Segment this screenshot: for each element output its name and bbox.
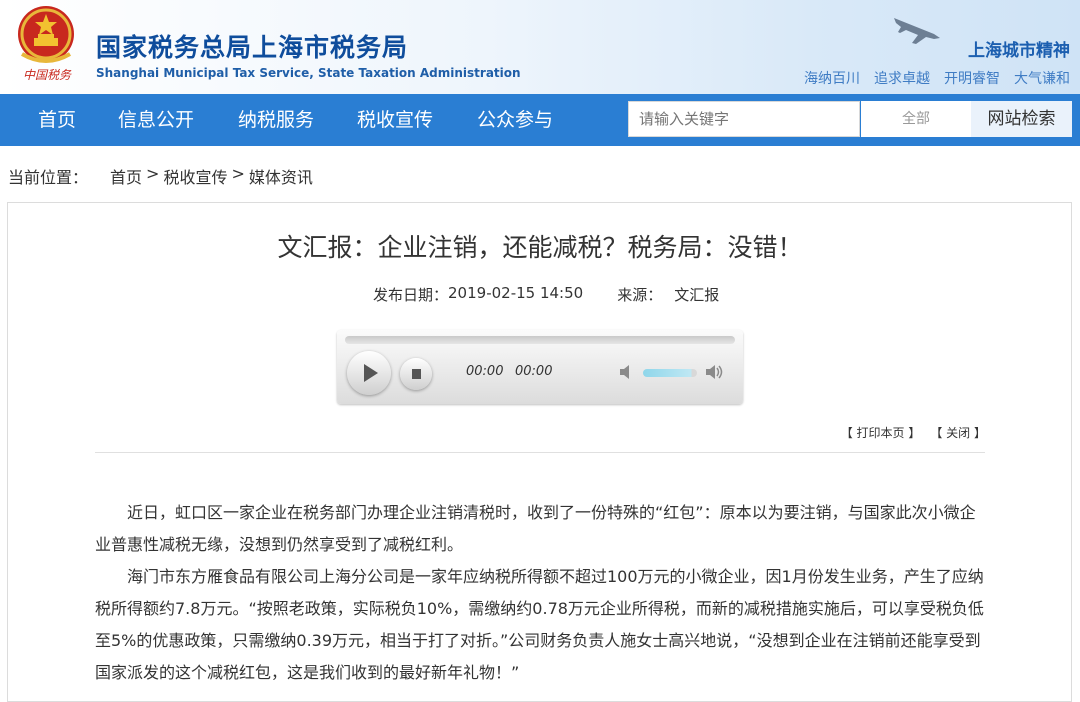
breadcrumb-media-news-link[interactable]: 媒体资讯 bbox=[249, 164, 313, 188]
search-scope-select[interactable]: 全部 bbox=[861, 101, 971, 137]
article-paragraph: 海门市东方雁食品有限公司上海分公司是一家年应纳税所得额不超过100万元的小微企业… bbox=[95, 567, 984, 682]
stop-button[interactable] bbox=[400, 358, 432, 390]
publish-date: 2019-02-15 14:50 bbox=[448, 284, 584, 302]
current-time: 00:00 bbox=[466, 364, 504, 379]
article-actions: 【 打印本页 】 【 关闭 】 bbox=[841, 424, 986, 441]
airplane-icon bbox=[894, 18, 940, 44]
breadcrumb-separator: > bbox=[146, 164, 160, 183]
site-subtitle: Shanghai Municipal Tax Service, State Ta… bbox=[96, 66, 521, 80]
audio-player: 00:00 00:00 bbox=[337, 330, 743, 404]
motto-item: 追求卓越 bbox=[874, 71, 930, 87]
nav-item-home[interactable]: 首页 bbox=[38, 94, 76, 146]
nav-item-info-disclosure[interactable]: 信息公开 bbox=[118, 94, 194, 146]
play-icon bbox=[364, 364, 378, 382]
article-meta: 发布日期： 2019-02-15 14:50 来源： 文汇报 bbox=[373, 284, 719, 305]
article-paragraph: 近日，虹口区一家企业在税务部门办理企业注销清税时，收到了一份特殊的“红包”：原本… bbox=[95, 503, 976, 554]
nav-item-tax-service[interactable]: 纳税服务 bbox=[238, 94, 314, 146]
publish-date-label: 发布日期： bbox=[373, 286, 449, 304]
search-input[interactable] bbox=[628, 101, 860, 137]
national-emblem-icon bbox=[18, 6, 74, 63]
article-title: 文汇报：企业注销，还能减税？税务局：没错！ bbox=[277, 233, 803, 262]
breadcrumb-label: 当前位置： bbox=[8, 168, 89, 187]
mute-icon[interactable] bbox=[618, 363, 638, 381]
source-label: 来源： bbox=[617, 286, 663, 304]
close-page-link[interactable]: 【 关闭 】 bbox=[930, 424, 986, 441]
volume-max-icon[interactable] bbox=[704, 363, 724, 381]
motto-item: 开明睿智 bbox=[944, 71, 1000, 87]
duration-time: 00:00 bbox=[515, 364, 553, 379]
print-page-link[interactable]: 【 打印本页 】 bbox=[841, 424, 921, 441]
breadcrumb-tax-publicity-link[interactable]: 税收宣传 bbox=[163, 164, 227, 188]
site-header: 中国税务 国家税务总局上海市税务局 Shanghai Municipal Tax… bbox=[0, 0, 1080, 94]
motto-item: 海纳百川 bbox=[804, 71, 860, 87]
breadcrumb: 当前位置： 首页 > 税收宣传 > 媒体资讯 bbox=[8, 164, 317, 188]
breadcrumb-home-link[interactable]: 首页 bbox=[110, 164, 142, 188]
audio-progress-bar[interactable] bbox=[345, 336, 735, 344]
volume-slider[interactable] bbox=[643, 369, 697, 377]
motto-list: 海纳百川 追求卓越 开明睿智 大气谦和 bbox=[804, 68, 1070, 88]
site-title[interactable]: 国家税务总局上海市税务局 bbox=[96, 28, 408, 64]
divider bbox=[95, 452, 985, 453]
play-button[interactable] bbox=[347, 351, 391, 395]
source-name: 文汇报 bbox=[674, 286, 720, 304]
nav-item-tax-publicity[interactable]: 税收宣传 bbox=[357, 94, 433, 146]
stop-icon bbox=[412, 369, 421, 379]
motto-item: 大气谦和 bbox=[1014, 71, 1070, 87]
emblem-caption: 中国税务 bbox=[22, 68, 71, 82]
nav-item-public-participation[interactable]: 公众参与 bbox=[477, 94, 553, 146]
breadcrumb-separator: > bbox=[231, 164, 245, 183]
city-spirit-heading: 上海城市精神 bbox=[968, 41, 1070, 61]
site-search-button[interactable]: 网站检索 bbox=[971, 101, 1072, 137]
